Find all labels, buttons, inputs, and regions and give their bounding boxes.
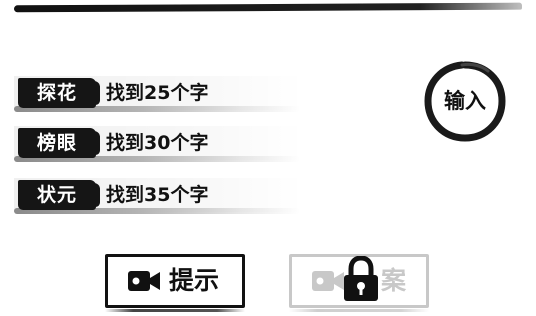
rank-requirement: 找到25个字 (106, 82, 209, 104)
rank-row-zhuangyuan: 状元 找到35个字 (14, 178, 304, 216)
top-brush-stroke (14, 2, 522, 13)
rank-row-tanhua: 探花 找到25个字 (14, 76, 304, 114)
rank-requirement: 找到30个字 (106, 132, 209, 154)
input-button[interactable]: 输入 (422, 58, 508, 144)
answer-button[interactable]: 案 (289, 254, 429, 312)
rank-badge: 探花 (18, 78, 100, 108)
rank-badge: 榜眼 (18, 128, 100, 158)
rank-requirement: 找到35个字 (106, 184, 209, 206)
video-icon (312, 271, 344, 291)
answer-button-label: 案 (381, 266, 407, 295)
input-button-label: 输入 (444, 89, 486, 113)
lock-icon (344, 256, 378, 301)
video-icon (128, 271, 160, 291)
rank-row-bangyan: 榜眼 找到30个字 (14, 126, 304, 164)
rank-badge: 状元 (18, 180, 100, 210)
hint-button[interactable]: 提示 (105, 254, 245, 312)
hint-button-label: 提示 (169, 266, 220, 295)
